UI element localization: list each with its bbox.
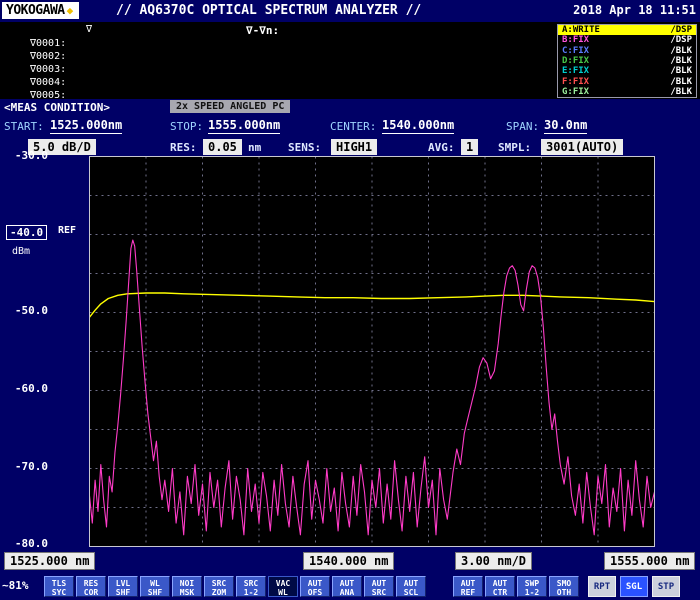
trace-status: /DSP — [670, 25, 692, 35]
smpl-label: SMPL: — [498, 141, 531, 154]
x-center-readout: 1540.000 nm — [303, 552, 394, 570]
marker-solo-symbol: ∇ — [86, 24, 92, 35]
trace-label: G:FIX — [562, 87, 589, 97]
plot-area — [89, 156, 655, 547]
marker-row: ∇0004: — [30, 76, 66, 89]
softkey-noi-msk[interactable]: NOIMSK — [172, 576, 202, 597]
trace-label: B:FIX — [562, 35, 589, 45]
meas-condition-title: <MEAS CONDITION> — [4, 101, 110, 114]
marker-row: ∇0001: — [30, 37, 66, 50]
osa-screen: YOKOGAWA◆ // AQ6370C OPTICAL SPECTRUM AN… — [0, 0, 700, 600]
res-field[interactable]: 0.05 — [203, 139, 242, 155]
ref-level-box: -40.0 — [6, 225, 47, 240]
y-unit-label: dBm — [12, 246, 30, 257]
trace-status: /DSP — [670, 35, 692, 45]
page-title: // AQ6370C OPTICAL SPECTRUM ANALYZER // — [116, 3, 421, 18]
y-label--50: -50.0 — [2, 304, 48, 317]
trace-row-f[interactable]: F:FIX/BLK — [558, 76, 696, 86]
span-value[interactable]: 30.0nm — [544, 118, 587, 134]
run-buttons: RPTSGLSTP — [588, 576, 680, 597]
softkey-aut-ctr[interactable]: AUTCTR — [485, 576, 515, 597]
start-label: START: — [4, 120, 44, 133]
softkey-src-1-2[interactable]: SRC1-2 — [236, 576, 266, 597]
marker-row: ∇0002: — [30, 50, 66, 63]
x-right-readout: 1555.000 nm — [604, 552, 695, 570]
trace-row-b[interactable]: B:FIX/DSP — [558, 35, 696, 45]
x-div-readout: 3.00 nm/D — [455, 552, 532, 570]
ref-tag: REF — [58, 225, 76, 236]
trace-panel: A:WRITE/DSPB:FIX/DSPC:FIX/BLKD:FIX/BLKE:… — [557, 24, 697, 98]
smpl-field[interactable]: 3001(AUTO) — [541, 139, 623, 155]
y-label--30: -30.0 — [2, 149, 48, 162]
trace-label: E:FIX — [562, 66, 589, 76]
softkey-smo-oth[interactable]: SMOOTH — [549, 576, 579, 597]
softkey-aut-src[interactable]: AUTSRC — [364, 576, 394, 597]
avg-field[interactable]: 1 — [461, 139, 478, 155]
trace-status: /BLK — [670, 46, 692, 56]
yokogawa-logo: YOKOGAWA◆ — [2, 2, 79, 19]
y-label--60: -60.0 — [2, 382, 48, 395]
res-unit: nm — [248, 141, 261, 154]
center-label: CENTER: — [330, 120, 376, 133]
trace-row-a[interactable]: A:WRITE/DSP — [558, 25, 696, 35]
y-label--70: -70.0 — [2, 460, 48, 473]
avg-label: AVG: — [428, 141, 455, 154]
spectrum-plot — [89, 156, 655, 547]
trace-label: A:WRITE — [562, 25, 600, 35]
run-button-stp[interactable]: STP — [652, 576, 680, 597]
yokogawa-diamond-icon: ◆ — [67, 4, 73, 17]
res-label: RES: — [170, 141, 197, 154]
marker-row: ∇0003: — [30, 63, 66, 76]
run-button-rpt[interactable]: RPT — [588, 576, 616, 597]
start-value[interactable]: 1525.000nm — [50, 118, 122, 134]
trace-status: /BLK — [670, 77, 692, 87]
softkey-src-zom[interactable]: SRCZOM — [204, 576, 234, 597]
softkey-swp-1-2[interactable]: SWP1-2 — [517, 576, 547, 597]
softkey-lvl-shf[interactable]: LVLSHF — [108, 576, 138, 597]
center-value[interactable]: 1540.000nm — [382, 118, 454, 134]
trace-row-e[interactable]: E:FIX/BLK — [558, 66, 696, 76]
trace-status: /BLK — [670, 66, 692, 76]
marker-panel: ∇ ∇-∇n: ∇0001:∇0002:∇0003:∇0004:∇0005: A… — [0, 22, 700, 99]
trace-row-c[interactable]: C:FIX/BLK — [558, 46, 696, 56]
trace-row-d[interactable]: D:FIX/BLK — [558, 56, 696, 66]
softkey-aut-ana[interactable]: AUTANA — [332, 576, 362, 597]
marker-list: ∇0001:∇0002:∇0003:∇0004:∇0005: — [30, 37, 66, 102]
datetime: 2018 Apr 18 11:51 — [573, 3, 696, 17]
softkey-vac-wl[interactable]: VACWL — [268, 576, 298, 597]
softkey-res-cor[interactable]: RESCOR — [76, 576, 106, 597]
level-indicator: ~81% — [2, 579, 29, 592]
stop-value[interactable]: 1555.000nm — [208, 118, 280, 134]
trace-row-g[interactable]: G:FIX/BLK — [558, 87, 696, 97]
trace-status: /BLK — [670, 56, 692, 66]
softkey-aut-scl[interactable]: AUTSCL — [396, 576, 426, 597]
trace-label: C:FIX — [562, 46, 589, 56]
logo-text: YOKOGAWA — [6, 3, 65, 18]
softkey-tls-syc[interactable]: TLSSYC — [44, 576, 74, 597]
sens-label: SENS: — [288, 141, 321, 154]
y-label--80: -80.0 — [2, 537, 48, 550]
softkey-aut-ofs[interactable]: AUTOFS — [300, 576, 330, 597]
softkey-bar: TLSSYCRESCORLVLSHFWLSHFNOIMSKSRCZOMSRC1-… — [44, 576, 579, 597]
run-button-sgl[interactable]: SGL — [620, 576, 648, 597]
stop-label: STOP: — [170, 120, 203, 133]
x-left-readout: 1525.000 nm — [4, 552, 95, 570]
span-label: SPAN: — [506, 120, 539, 133]
sens-field[interactable]: HIGH1 — [331, 139, 377, 155]
softkey-wl-shf[interactable]: WLSHF — [140, 576, 170, 597]
trace-label: D:FIX — [562, 56, 589, 66]
marker-table-header: ∇-∇n: — [246, 24, 279, 37]
trace-label: F:FIX — [562, 77, 589, 87]
speed-connector-badge: 2x SPEED ANGLED PC — [170, 100, 290, 113]
softkey-aut-ref[interactable]: AUTREF — [453, 576, 483, 597]
trace-status: /BLK — [670, 87, 692, 97]
